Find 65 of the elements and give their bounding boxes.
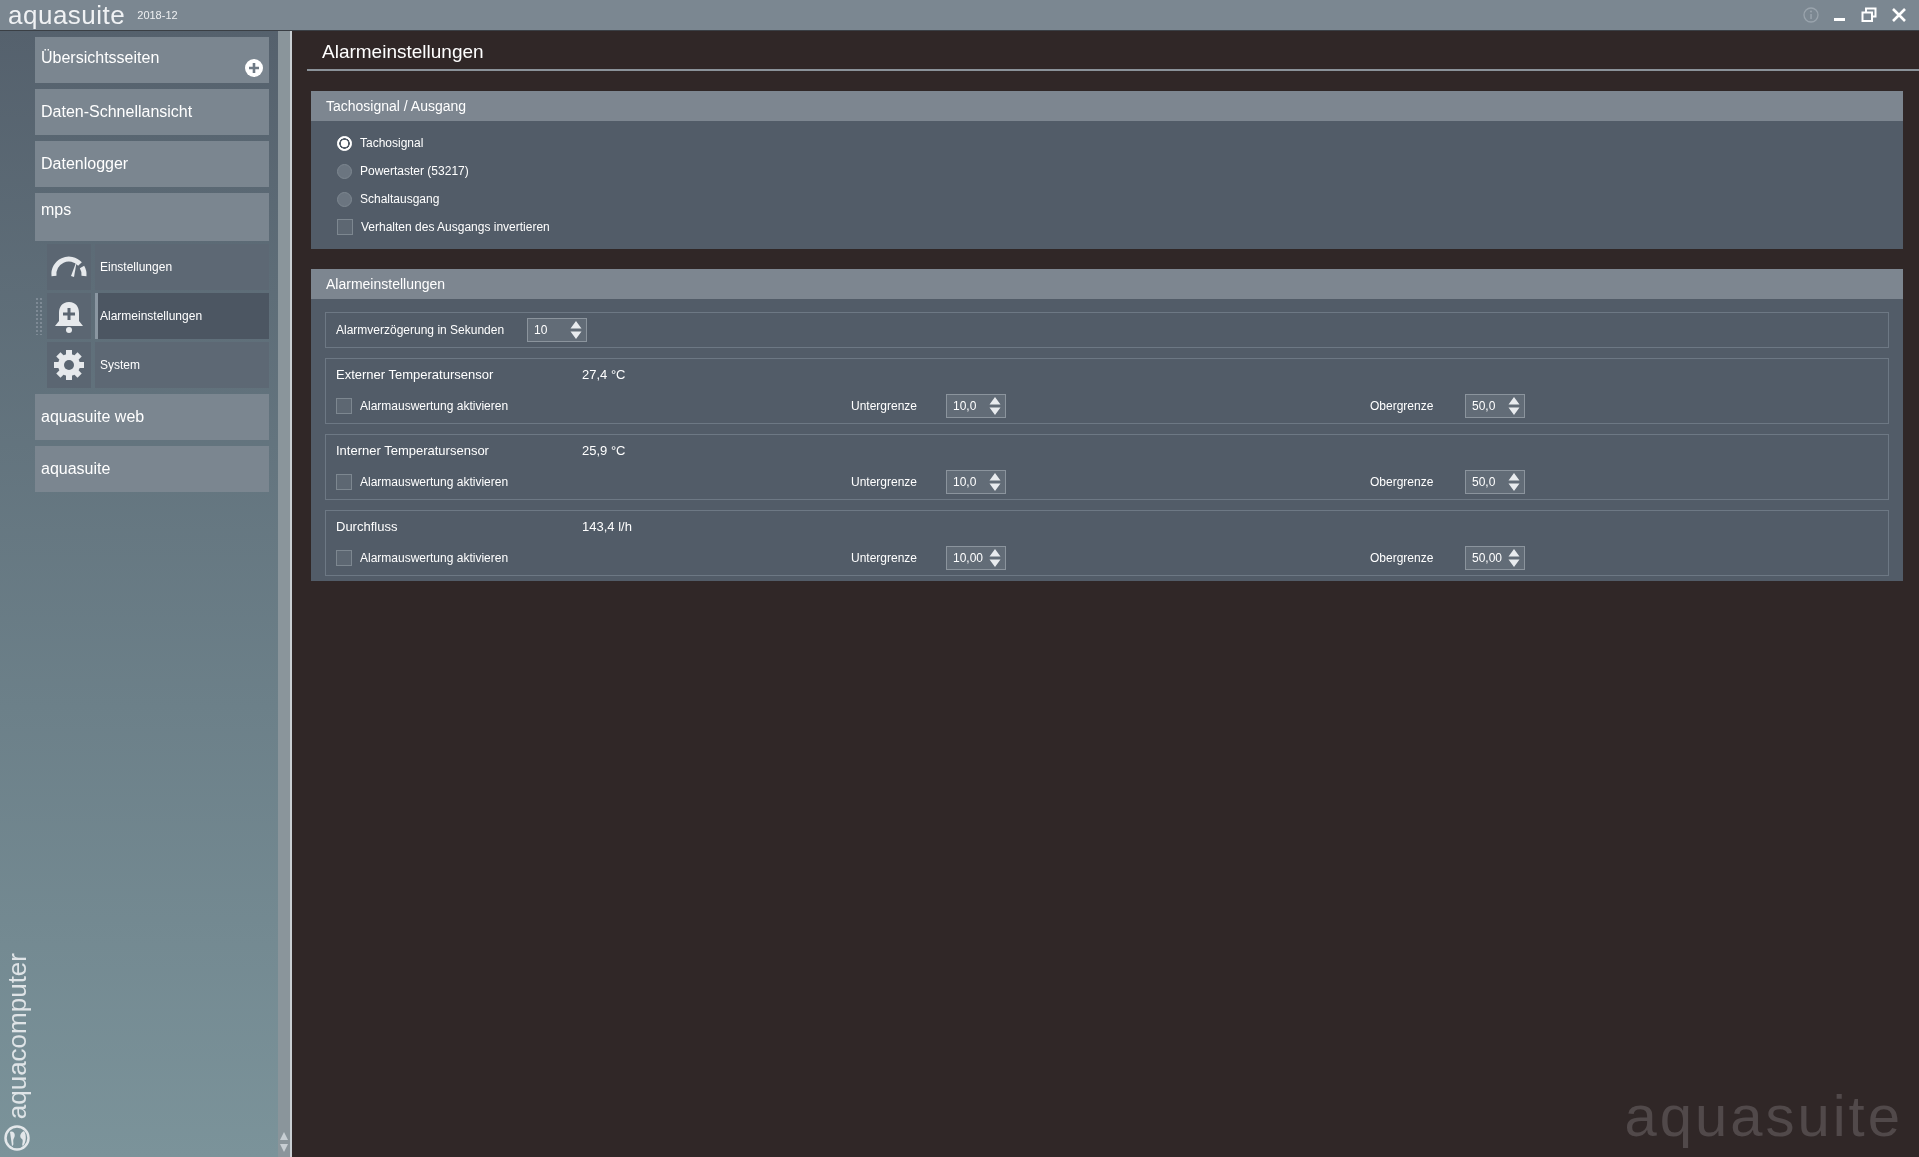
globe-logo-icon — [4, 1125, 30, 1151]
radio-button[interactable] — [337, 163, 352, 179]
field-label: Obergrenze — [1370, 475, 1435, 489]
number-spinner[interactable]: 10 — [527, 318, 588, 342]
radio-button[interactable] — [337, 191, 352, 207]
spin-arrows-icon[interactable] — [989, 472, 1001, 492]
number-spinner[interactable]: 10,00 — [946, 546, 1006, 570]
nav-item[interactable]: Datenlogger — [35, 141, 269, 187]
field-label: Alarmverzögerung in Sekunden — [336, 323, 505, 337]
nav-item-label: mps — [41, 201, 72, 219]
checkbox[interactable] — [336, 398, 352, 414]
checkbox-label: Alarmauswertung aktivieren — [360, 551, 509, 565]
checkbox-label: Alarmauswertung aktivieren — [360, 475, 509, 489]
nav-item[interactable]: Übersichtsseiten — [35, 37, 269, 83]
restore-icon[interactable] — [1861, 7, 1877, 23]
sensor-reading: 27,4 °C — [582, 366, 626, 382]
field-label: Untergrenze — [851, 551, 919, 565]
sensor-name: Externer Temperatursensor — [336, 366, 495, 382]
field-label: Obergrenze — [1370, 551, 1435, 565]
option-label: Powertaster (53217) — [360, 164, 469, 178]
option-label: Schaltausgang — [360, 192, 440, 206]
scroll-bar[interactable] — [278, 31, 292, 1157]
field-label: Untergrenze — [851, 399, 919, 413]
checkbox[interactable] — [336, 474, 352, 490]
sensor-reading: 25,9 °C — [582, 442, 626, 458]
spin-arrows-icon[interactable] — [989, 396, 1001, 416]
sensor-name: Interner Temperatursensor — [336, 442, 490, 458]
selection-indicator — [35, 297, 43, 335]
checkbox[interactable] — [336, 550, 352, 566]
number-spinner[interactable]: 10,0 — [946, 470, 1006, 494]
nav-icon-tile[interactable] — [47, 342, 91, 388]
panel-header: Alarmeinstellungen — [311, 269, 1903, 299]
add-icon[interactable] — [245, 59, 263, 77]
spin-arrows-icon[interactable] — [989, 548, 1001, 568]
spin-arrows-icon[interactable] — [1508, 548, 1520, 568]
nav-subitem[interactable]: System — [95, 342, 269, 388]
number-spinner[interactable]: 50,0 — [1465, 470, 1525, 494]
number-spinner[interactable]: 50,00 — [1465, 546, 1525, 570]
checkbox-label: Alarmauswertung aktivieren — [360, 399, 509, 413]
app-version: 2018-12 — [137, 9, 178, 21]
app-name: aquasuite — [8, 0, 126, 30]
nav-item[interactable]: mps — [35, 193, 269, 241]
panel-header: Tachosignal / Ausgang — [311, 91, 1903, 121]
checkbox[interactable] — [337, 219, 353, 235]
nav-item-label: Übersichtsseiten — [41, 49, 160, 67]
nav-item[interactable]: aquasuite — [35, 446, 269, 492]
field-label: Obergrenze — [1370, 399, 1435, 413]
option-label: Tachosignal — [360, 136, 424, 150]
number-spinner[interactable]: 50,0 — [1465, 394, 1525, 418]
number-spinner[interactable]: 10,0 — [946, 394, 1006, 418]
spin-arrows-icon[interactable] — [1508, 396, 1520, 416]
nav-icon-tile[interactable] — [47, 293, 91, 339]
nav-item[interactable]: aquasuite web — [35, 394, 269, 440]
page-title: Alarmeinstellungen — [307, 37, 1919, 71]
nav-item[interactable]: Daten-Schnellansicht — [35, 89, 269, 135]
brand-logo-text: aquacomputer — [2, 952, 32, 1119]
spin-arrows-icon[interactable] — [570, 320, 583, 340]
sensor-name: Durchfluss — [336, 518, 399, 534]
spin-arrows-icon[interactable] — [1508, 472, 1520, 492]
option-label: Verhalten des Ausgangs invertieren — [361, 220, 550, 234]
nav-subitem[interactable]: Alarmeinstellungen — [95, 293, 269, 339]
nav-icon-tile[interactable] — [47, 244, 91, 290]
field-label: Untergrenze — [851, 475, 919, 489]
close-icon[interactable] — [1891, 7, 1907, 23]
sensor-reading: 143,4 l/h — [582, 518, 632, 534]
